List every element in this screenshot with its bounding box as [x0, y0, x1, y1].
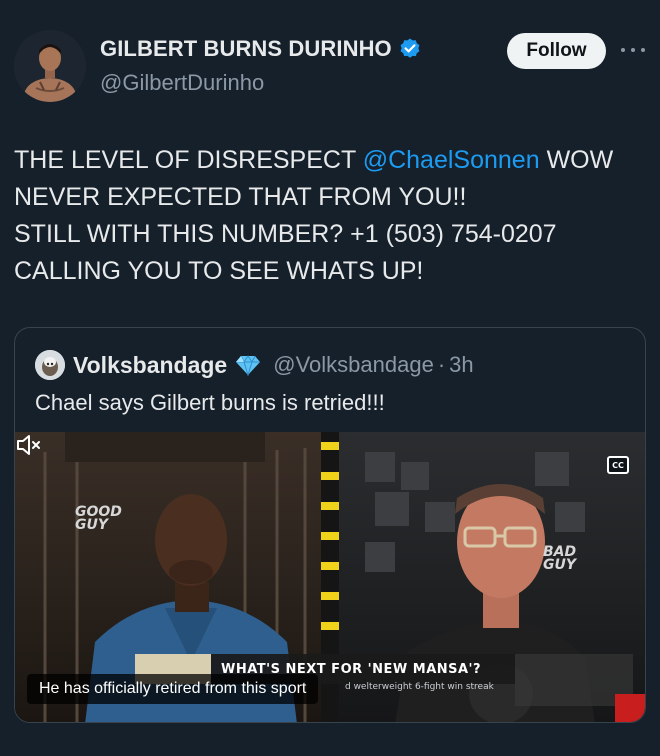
video-player[interactable]: GOOD GUY BAD GUY WHAT'S NEXT FOR 'NEW MA…: [15, 432, 645, 722]
bad-guy-bug: BAD GUY: [543, 544, 577, 573]
lower-third-subtitle: d welterweight 6-fight win streak: [345, 682, 494, 692]
follow-button[interactable]: Follow: [507, 33, 606, 69]
author-avatar[interactable]: [14, 30, 86, 102]
mention-link[interactable]: @ChaelSonnen: [363, 146, 540, 174]
tweet-header: GILBERT BURNS DURINHO @GilbertDurinho Fo…: [0, 0, 660, 120]
diamond-badge-icon: [236, 355, 261, 376]
quoted-text: Chael says Gilbert burns is retried!!!: [35, 390, 385, 415]
author-avatar-image: [14, 30, 86, 102]
verified-badge-icon: [400, 38, 420, 58]
author-name-row: GILBERT BURNS DURINHO: [100, 36, 422, 62]
more-options-icon[interactable]: [620, 38, 646, 62]
video-caption: He has officially retired from this spor…: [27, 674, 319, 704]
quoted-avatar-image: [35, 350, 65, 380]
muted-speaker-icon[interactable]: [15, 432, 43, 458]
quoted-tweet[interactable]: Volksbandage @Volksbandage · 3h Chael sa…: [14, 327, 646, 723]
quoted-display-name[interactable]: Volksbandage: [73, 352, 227, 379]
separator-dot: ·: [437, 352, 446, 377]
author-display-name[interactable]: GILBERT BURNS DURINHO: [100, 36, 392, 62]
author-handle[interactable]: @GilbertDurinho: [100, 70, 264, 96]
quoted-tweet-header: Volksbandage @Volksbandage · 3h: [35, 348, 474, 382]
closed-captions-button[interactable]: CC: [607, 456, 629, 474]
quoted-author-avatar[interactable]: [35, 350, 65, 380]
quoted-timestamp[interactable]: 3h: [449, 352, 473, 378]
tweet-text-prefix: THE LEVEL OF DISRESPECT: [14, 146, 363, 174]
good-guy-bug: GOOD GUY: [75, 504, 122, 533]
tweet-text: THE LEVEL OF DISRESPECT @ChaelSonnen WOW…: [14, 142, 650, 290]
quoted-handle[interactable]: @Volksbandage: [273, 352, 434, 378]
